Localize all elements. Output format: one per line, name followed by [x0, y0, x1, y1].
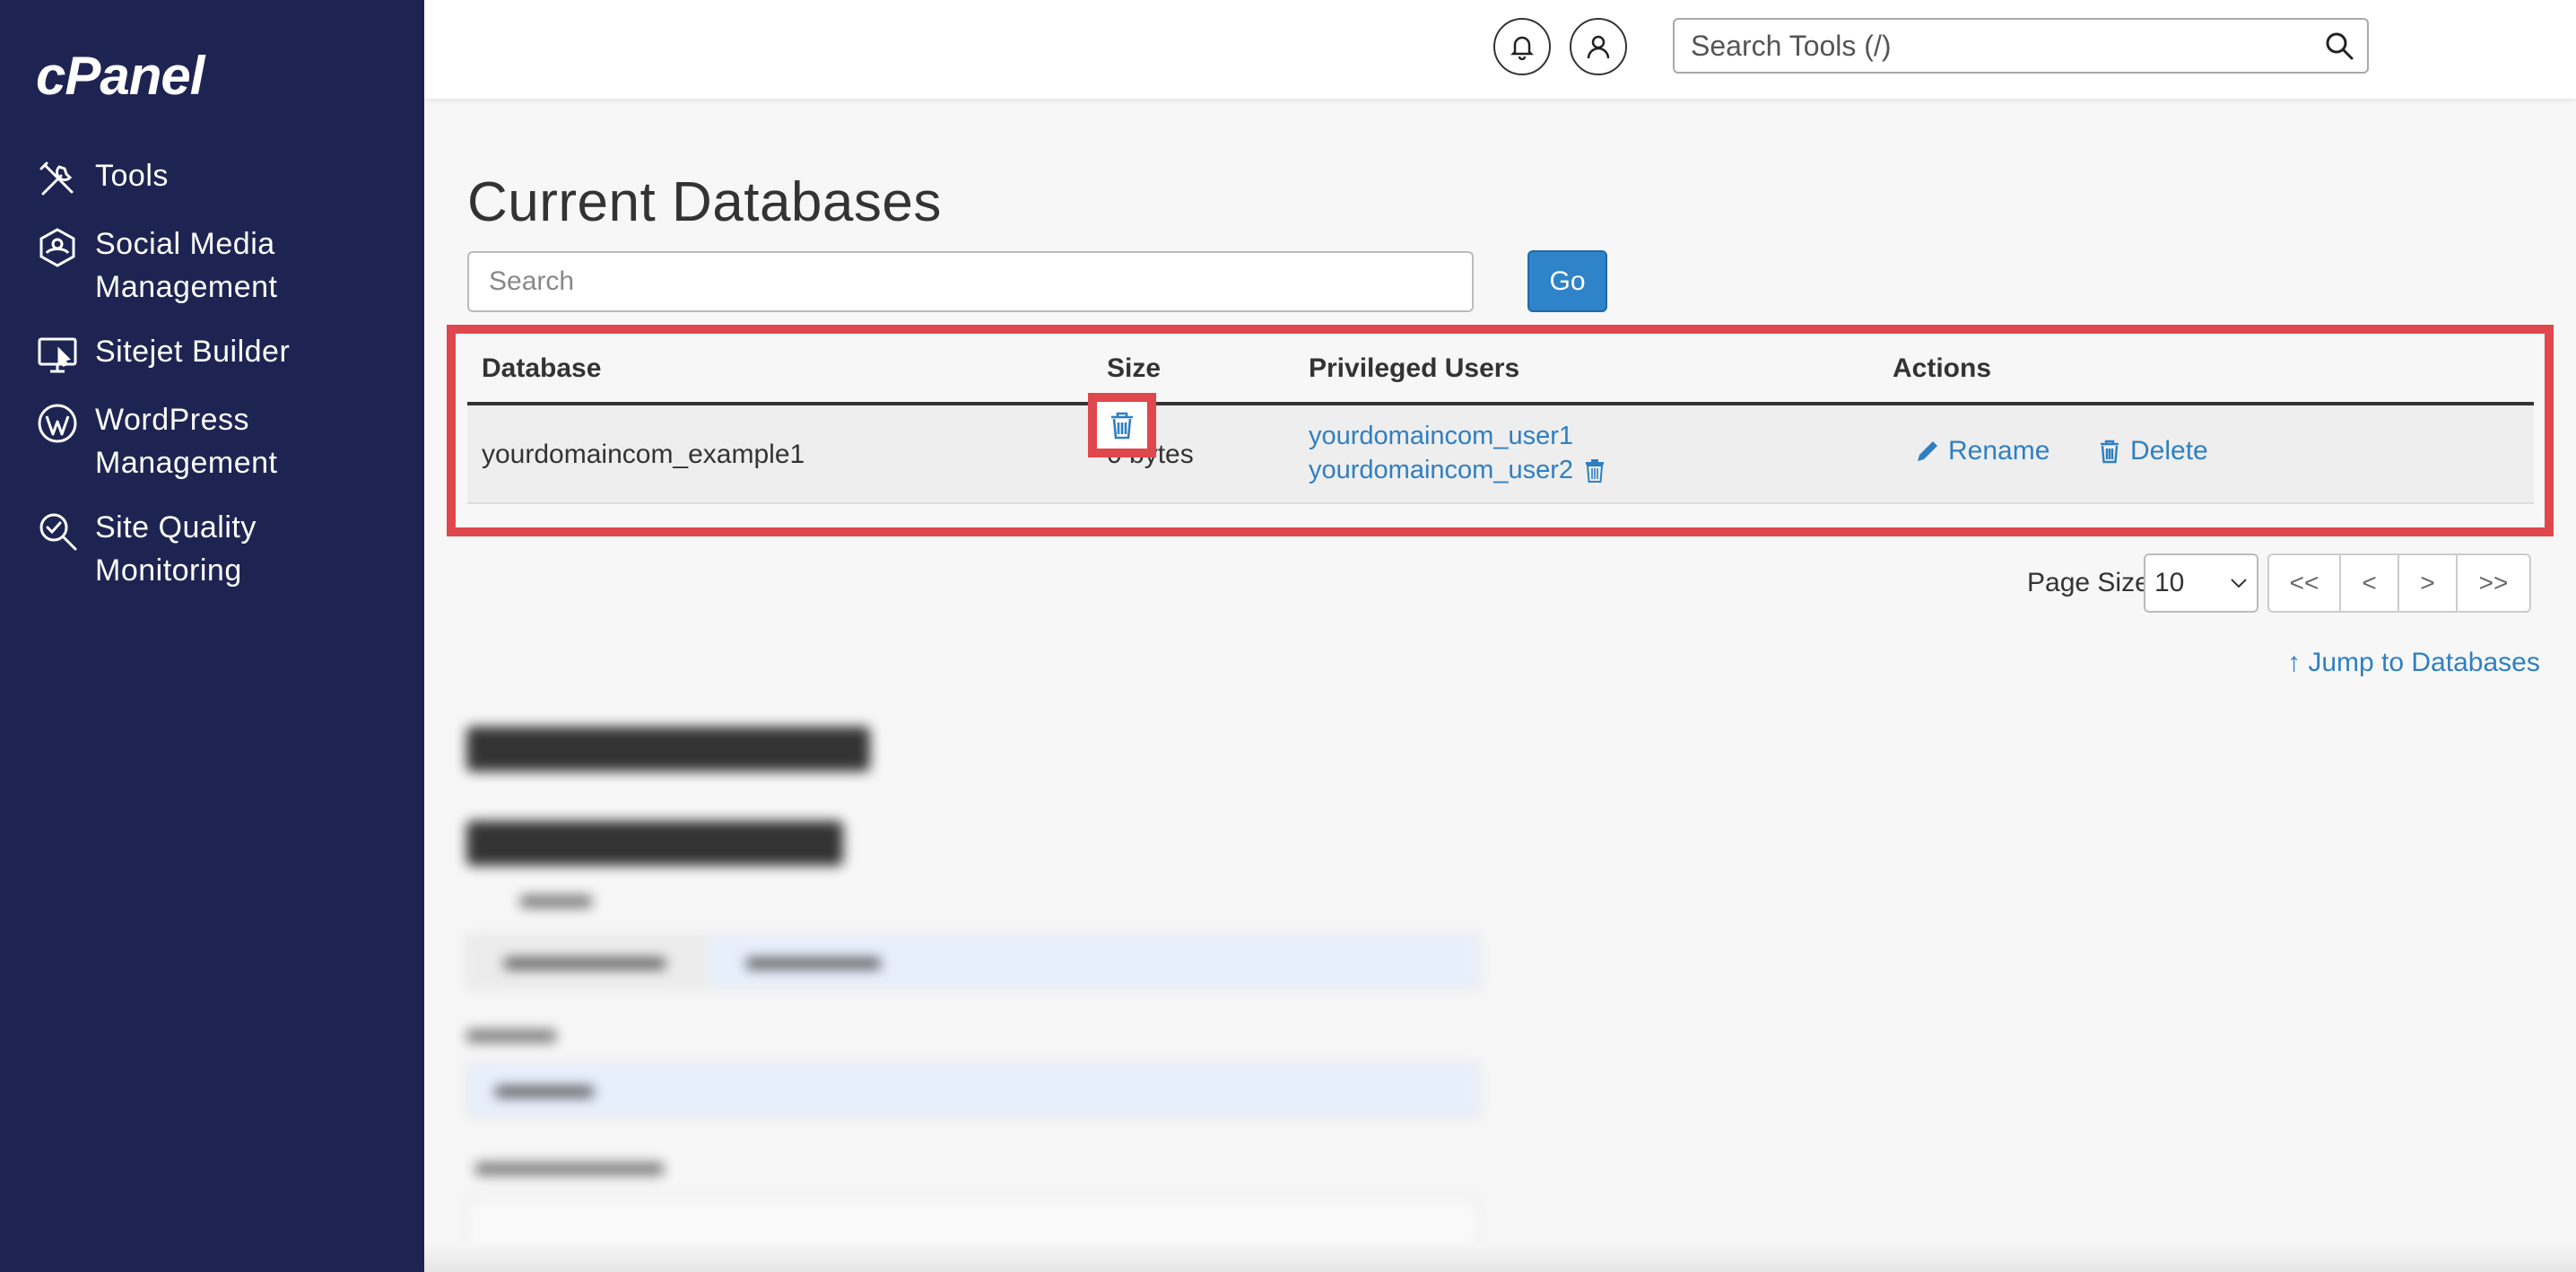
cpanel-logo[interactable]: cPanel	[36, 45, 205, 107]
column-header-database[interactable]: Database	[482, 353, 601, 384]
blurred-label	[520, 895, 592, 908]
table-header: Database Size Privileged Users Actions	[467, 341, 2534, 405]
chevron-down-icon	[2231, 579, 2247, 588]
privileged-user-link[interactable]: yourdomaincom_user2	[1309, 456, 1606, 485]
search-tools-input[interactable]	[1691, 29, 2324, 63]
pencil-icon	[1918, 441, 1937, 461]
trash-icon	[1111, 412, 1133, 440]
delete-link[interactable]: Delete	[2096, 436, 2208, 466]
sidebar-item-label: Site Quality Monitoring	[95, 510, 257, 588]
pagination-controls: << < > >>	[2267, 553, 2531, 613]
social-media-icon	[36, 226, 79, 269]
privileged-user-name[interactable]: yourdomaincom_user2	[1309, 456, 1573, 484]
notifications-button[interactable]	[1493, 18, 1551, 75]
page-title: Current Databases	[467, 171, 942, 233]
sidebar-item-wordpress[interactable]: WordPress Management	[0, 398, 424, 484]
page-size-select[interactable]: 10	[2144, 553, 2258, 613]
blurred-label	[475, 1163, 664, 1175]
search-icon[interactable]	[2324, 30, 2354, 61]
prev-page-button[interactable]: <	[2341, 555, 2399, 611]
rename-label[interactable]: Rename	[1948, 436, 2049, 466]
blurred-text	[504, 958, 666, 969]
first-page-button[interactable]: <<	[2269, 555, 2341, 611]
database-name: yourdomaincom_example1	[482, 440, 805, 469]
column-header-actions: Actions	[1893, 353, 1992, 383]
wordpress-icon	[36, 402, 79, 445]
column-header-size[interactable]: Size	[1107, 353, 1161, 384]
sidebar-item-label: Social Media Management	[95, 227, 278, 304]
blurred-field	[466, 1063, 1480, 1117]
blurred-text	[746, 958, 881, 969]
sidebar-item-sitejet[interactable]: Sitejet Builder	[0, 330, 424, 377]
bottom-shadow	[424, 1242, 2576, 1272]
privileged-user-name[interactable]: yourdomaincom_user1	[1309, 422, 1573, 450]
sidebar-item-tools[interactable]: Tools	[0, 154, 424, 201]
tools-icon	[36, 158, 79, 201]
delete-label[interactable]: Delete	[2130, 436, 2208, 466]
page-size-value: 10	[2154, 568, 2185, 597]
rename-link[interactable]: Rename	[1914, 436, 2049, 466]
user-account-button[interactable]	[1570, 18, 1627, 75]
trash-icon	[2101, 440, 2119, 464]
sidebar-item-site-quality[interactable]: Site Quality Monitoring	[0, 506, 424, 592]
database-search-input[interactable]	[467, 251, 1474, 312]
sidebar-item-label: WordPress Management	[95, 403, 278, 480]
search-tools-box[interactable]	[1673, 18, 2369, 74]
blurred-label	[466, 1030, 556, 1042]
blurred-text	[495, 1086, 594, 1097]
blurred-subheading	[466, 821, 843, 866]
user-icon	[1587, 35, 1610, 59]
next-page-button[interactable]: >	[2399, 555, 2458, 611]
site-quality-icon	[36, 510, 79, 553]
sidebar-item-label: Tools	[95, 159, 169, 193]
column-header-privileged-users: Privileged Users	[1309, 353, 1520, 383]
jump-to-databases-link[interactable]: ↑ Jump to Databases	[2287, 648, 2540, 678]
sidebar-item-social-media[interactable]: Social Media Management	[0, 222, 424, 309]
go-button[interactable]: Go	[1527, 250, 1607, 312]
bell-icon	[1510, 36, 1535, 60]
blurred-heading	[466, 727, 870, 771]
blurred-field	[466, 935, 1480, 989]
trash-icon[interactable]	[1584, 458, 1606, 484]
arrow-up-icon: ↑	[2287, 648, 2301, 677]
jump-link-label[interactable]: Jump to Databases	[2308, 648, 2539, 677]
sidebar: cPanel Tools Social Media Management Sit…	[0, 0, 424, 1272]
sidebar-nav: Tools Social Media Management Sitejet Bu…	[0, 154, 424, 614]
page-size-label: Page Size	[2027, 568, 2150, 597]
last-page-button[interactable]: >>	[2458, 555, 2529, 611]
sitejet-icon	[36, 334, 79, 377]
blurred-section	[457, 709, 1498, 1272]
privileged-user-link[interactable]: yourdomaincom_user1	[1309, 422, 1573, 451]
table-row: yourdomaincom_example1 0 bytes yourdomai…	[467, 405, 2534, 504]
databases-table: Database Size Privileged Users Actions y…	[467, 341, 2534, 504]
remove-user-button-highlighted[interactable]	[1088, 393, 1156, 457]
top-header	[424, 0, 2576, 99]
sidebar-item-label: Sitejet Builder	[95, 335, 291, 369]
